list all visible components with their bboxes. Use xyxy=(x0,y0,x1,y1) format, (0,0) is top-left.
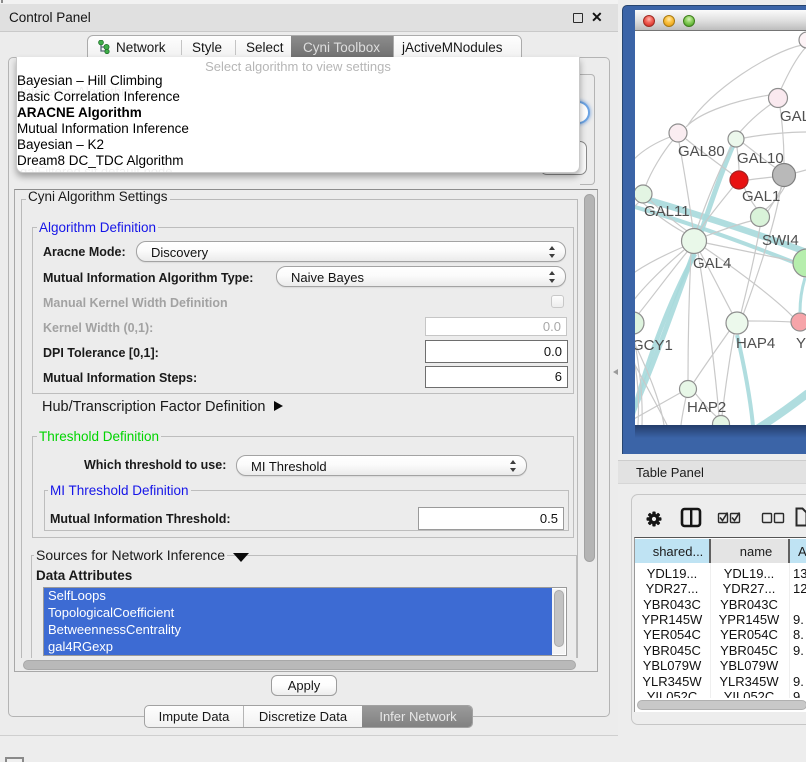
svg-text:GAL1: GAL1 xyxy=(742,188,780,205)
svg-text:GAL10: GAL10 xyxy=(737,150,784,167)
svg-text:GCY1: GCY1 xyxy=(635,337,673,354)
svg-text:GAL4: GAL4 xyxy=(693,255,731,272)
svg-text:GAL80: GAL80 xyxy=(678,143,725,160)
svg-text:SWI4: SWI4 xyxy=(762,232,799,249)
svg-text:HAP2: HAP2 xyxy=(687,399,726,416)
svg-text:GAL11: GAL11 xyxy=(644,203,690,220)
svg-text:GAL2: GAL2 xyxy=(780,108,806,125)
svg-text:HAP4: HAP4 xyxy=(736,335,775,352)
svg-text:Y: Y xyxy=(796,335,806,352)
